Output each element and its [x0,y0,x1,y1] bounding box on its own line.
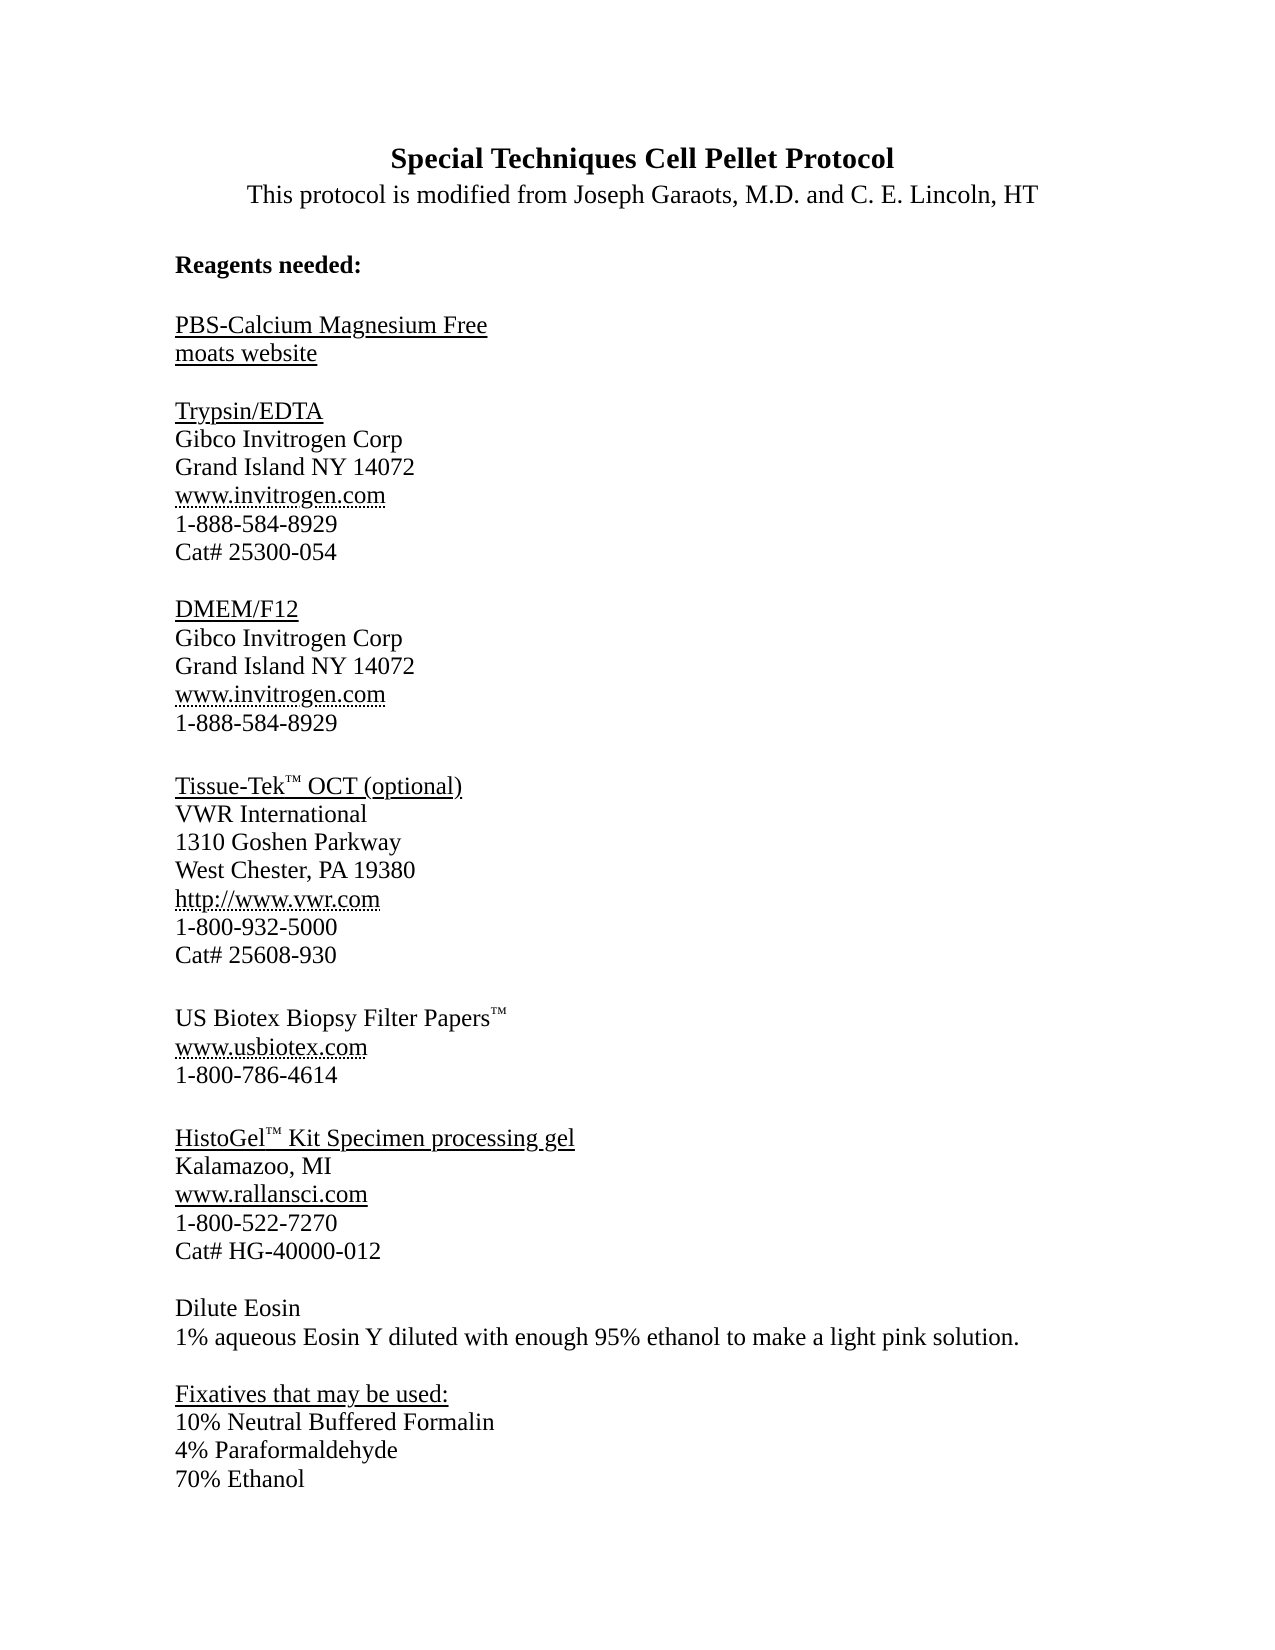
link-text: www.usbiotex.com [175,1033,368,1061]
reagent-detail-line: 1-800-522-7270 [175,1210,1110,1238]
reagent-detail-line: 4% Paraformaldehyde [175,1437,1110,1465]
link-text: http://www.vwr.com [175,885,381,913]
reagent-detail-line: 70% Ethanol [175,1466,1110,1494]
reagent-detail-line: VWR International [175,801,1110,829]
reagent-block: Trypsin/EDTA Gibco Invitrogen Corp Grand I… [175,398,1110,568]
link-text: www.invitrogen.com [175,482,386,510]
detail-text: Cat# 25300-054 [175,539,337,567]
trademark-glyph: ™ [490,1003,507,1023]
page-title: Special Techniques Cell Pellet Protocol [390,142,895,175]
detail-text: 1310 Goshen Parkway [175,829,402,857]
reagent-block: Tissue-Tek™ OCT (optional) VWR Internatio… [175,767,1110,971]
reagent-name-text: US Biotex Biopsy Filter Papers™ [175,1003,507,1033]
reagent-detail-line: 1-888-584-8929 [175,511,1110,539]
reagent-detail-line: 1310 Goshen Parkway [175,829,1110,857]
reagent-detail-line: 1% aqueous Eosin Y diluted with enough 9… [175,1324,1110,1352]
reagent-name-text: Dilute Eosin [175,1295,301,1323]
reagent-name: PBS-Calcium Magnesium Free [175,312,1110,340]
reagent-name-text: HistoGel™ Kit Specimen processing gel [175,1123,575,1152]
detail-text: 70% Ethanol [175,1465,305,1493]
detail-text: Cat# 25608-930 [175,942,337,970]
detail-text: 1-800-786-4614 [175,1061,338,1089]
reagents-heading: Reagents needed: [175,252,362,279]
reagent-name-text: PBS-Calcium Magnesium Free [175,312,488,339]
reagent-block: DMEM/F12 Gibco Invitrogen Corp Grand Islan… [175,596,1110,737]
reagent-detail-line: West Chester, PA 19380 [175,857,1110,885]
reagent-detail-line: 1-888-584-8929 [175,710,1110,738]
reagent-link[interactable]: www.invitrogen.com [175,482,1110,510]
detail-text: Gibco Invitrogen Corp [175,425,403,453]
detail-text: 1-800-522-7270 [175,1209,338,1237]
reagent-link[interactable]: www.invitrogen.com [175,681,1110,709]
reagent-detail-line: Cat# 25300-054 [175,539,1110,567]
reagent-name: HistoGel™ Kit Specimen processing gel [175,1119,1110,1153]
detail-text: 1-888-584-8929 [175,510,338,538]
reagent-name: DMEM/F12 [175,596,1110,624]
reagent-block: HistoGel™ Kit Specimen processing gel Kal… [175,1119,1110,1266]
detail-text: Gibco Invitrogen Corp [175,624,403,652]
detail-text: West Chester, PA 19380 [175,857,416,885]
title-spacer [175,211,1110,249]
trademark-glyph: ™ [284,770,302,790]
document-page: Special Techniques Cell Pellet Protocol … [0,0,1275,1650]
reagent-name: Dilute Eosin [175,1295,1110,1323]
reagent-block: US Biotex Biopsy Filter Papers™ www.usbio… [175,1000,1110,1091]
reagent-detail-line: Cat# 25608-930 [175,942,1110,970]
reagent-detail-line: 1-800-786-4614 [175,1062,1110,1090]
reagent-link[interactable]: www.usbiotex.com [175,1034,1110,1062]
reagent-name: Fixatives that may be used: [175,1381,1110,1409]
reagent-detail-line: 10% Neutral Buffered Formalin [175,1409,1110,1437]
reagent-link[interactable]: www.rallansci.com [175,1181,1110,1209]
reagent-link[interactable]: http://www.vwr.com [175,886,1110,914]
detail-text: 1-800-932-5000 [175,913,338,941]
reagent-detail-line: Grand Island NY 14072 [175,454,1110,482]
detail-text: Cat# HG-40000-012 [175,1237,382,1265]
reagent-name-text: DMEM/F12 [175,596,299,624]
reagent-detail-line: Kalamazoo, MI [175,1153,1110,1181]
reagent-detail-line: Gibco Invitrogen Corp [175,426,1110,454]
document-content: Special Techniques Cell Pellet Protocol … [175,140,1110,1494]
reagent-detail-line: Gibco Invitrogen Corp [175,625,1110,653]
reagent-block: Dilute Eosin 1% aqueous Eosin Y diluted w… [175,1295,1110,1352]
page-subtitle: This protocol is modified from Joseph Ga… [246,180,1039,209]
reagent-detail-line: 1-800-932-5000 [175,914,1110,942]
detail-text: 4% Paraformaldehyde [175,1437,398,1465]
link-text: www.invitrogen.com [175,681,386,709]
detail-text: moats website [175,340,318,368]
link-text: www.rallansci.com [175,1181,368,1209]
detail-text: VWR International [175,800,368,828]
reagent-list: PBS-Calcium Magnesium Free moats website T… [175,283,1110,1494]
reagent-name-text: Trypsin/EDTA [175,397,324,425]
reagent-name: US Biotex Biopsy Filter Papers™ [175,1000,1110,1034]
reagent-detail-line: moats website [175,340,1110,368]
reagent-name: Trypsin/EDTA [175,398,1110,426]
reagent-block: PBS-Calcium Magnesium Free moats website [175,312,1110,369]
detail-text: Kalamazoo, MI [175,1153,332,1181]
detail-text: 10% Neutral Buffered Formalin [175,1409,495,1437]
reagent-name-text: Tissue-Tek™ OCT (optional) [175,770,463,800]
reagent-detail-line: Cat# HG-40000-012 [175,1238,1110,1266]
trademark-glyph: ™ [265,1123,282,1143]
reagent-detail-line: Grand Island NY 14072 [175,653,1110,681]
detail-text: Grand Island NY 14072 [175,652,416,680]
reagent-block: Fixatives that may be used: 10% Neutral B… [175,1381,1110,1494]
detail-text: Grand Island NY 14072 [175,454,416,482]
detail-text: 1-888-584-8929 [175,709,338,737]
reagent-name: Tissue-Tek™ OCT (optional) [175,767,1110,801]
reagent-name-text: Fixatives that may be used: [175,1380,449,1408]
detail-text: 1% aqueous Eosin Y diluted with enough 9… [175,1323,1020,1351]
